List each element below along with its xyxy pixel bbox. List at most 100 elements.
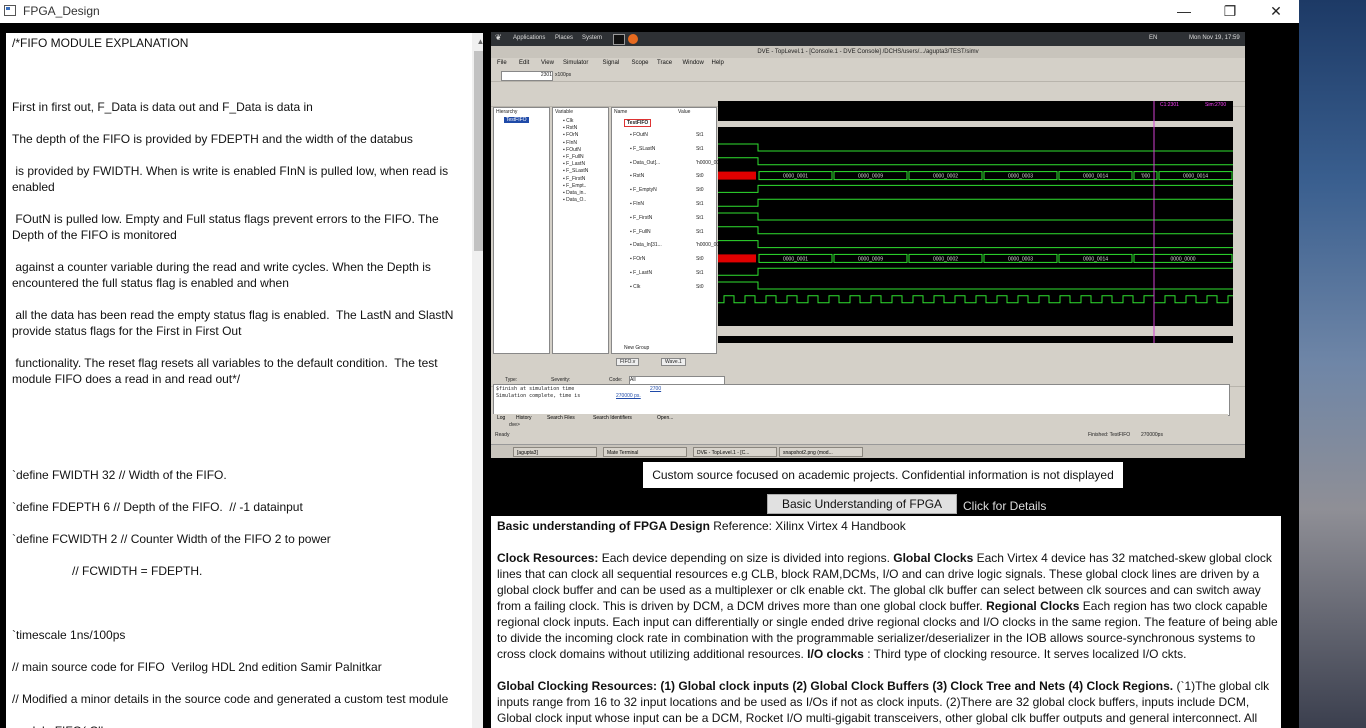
close-button[interactable]: ✕ [1253, 0, 1299, 23]
firefox-icon [628, 34, 638, 44]
gnome-taskbar: [agupta3] Mate Terminal DVE - TopLevel.1 -… [491, 444, 1245, 458]
menu-applications: Applications [513, 35, 546, 41]
signal-value: St0 [696, 256, 704, 263]
tab-fifo-v: FIFO.v [616, 358, 640, 366]
source-line: module FIFO( Clk, [12, 723, 458, 728]
signal-name: ▪ F_FullN [630, 228, 651, 235]
source-line [12, 115, 458, 131]
taskbar-button: [agupta3] [513, 447, 597, 457]
variable-item: ▪ Data_O.. [563, 197, 587, 204]
source-line [12, 403, 458, 419]
dve-title: DVE - TopLevel.1 - [Console.1 - DVE Cons… [491, 46, 1245, 58]
source-line [12, 483, 458, 499]
dve-menu-item: Simulator [563, 60, 589, 66]
console-line-2-value: 270000 ps. [616, 393, 641, 399]
variable-item: ▪ Data_in.. [563, 190, 587, 196]
dve-toolbar-1: 2301 x100ps [491, 69, 1245, 82]
desktop-background [1299, 0, 1366, 728]
dve-screenshot: ❦ Applications Places System EN Mon Nov … [491, 32, 1245, 458]
signal-trace [718, 143, 1233, 152]
bus-value: 0000_0014 [1083, 174, 1108, 180]
cursor-label: C1:2301 [1160, 102, 1179, 108]
maximize-button[interactable]: ❐ [1207, 0, 1253, 23]
wave-ruler-bottom [718, 326, 1233, 336]
sim-time-unit: x100ps [555, 72, 572, 78]
signal-name: ▪ FOrN [630, 256, 646, 263]
dve-menu-item: Signal [602, 60, 620, 66]
app-window: FPGA_Design — ❐ ✕ /*FIFO MODULE EXPLANAT… [0, 0, 1299, 728]
source-text-panel[interactable]: /*FIFO MODULE EXPLANATION First in first… [6, 33, 483, 728]
variable-item: ▪ FOutN [563, 146, 581, 153]
fpga-doc-panel[interactable]: Basic understanding of FPGA Design Refer… [491, 516, 1281, 728]
click-details-label: Click for Details [963, 499, 1047, 513]
console-code-label: Code: [609, 377, 623, 383]
doc-regional-clocks-heading: Regional Clocks [986, 599, 1080, 613]
bus-value: 0000_0001 [783, 174, 808, 180]
status-finished: Finished: TestFIFO [1088, 432, 1131, 438]
source-line [12, 51, 458, 67]
title-bar: FPGA_Design — ❐ ✕ [0, 0, 1299, 23]
source-line [12, 387, 458, 403]
signal-trace [718, 157, 1233, 166]
source-line [12, 83, 458, 99]
signal-trace [718, 226, 1233, 235]
scroll-up-icon[interactable]: ▲ [472, 33, 483, 50]
bus-undefined [718, 254, 756, 263]
signal-value: St0 [696, 283, 704, 290]
status-finished-time: 270000ps [1141, 432, 1163, 438]
name-header: Name [614, 109, 628, 115]
menu-places: Places [555, 35, 574, 41]
source-line: is provided by FWIDTH. When is write is … [12, 164, 452, 194]
hierarchy-pane: Hierarchy TestFIFO [493, 107, 550, 354]
bus-value: 0000_0001 [783, 256, 808, 262]
waveform-svg: 0000_0001 0000_0009 0000_0002 0000_0003 0000… [718, 101, 1239, 343]
variable-item: ▪ F_Empt.. [563, 182, 587, 189]
console-line-2: Simulation complete, time is [496, 393, 581, 399]
dve-prompt: dve> [509, 422, 520, 428]
signal-name: ▪ Clk [630, 283, 641, 290]
source-line [12, 147, 458, 163]
dve-menu-item: Trace [657, 60, 673, 66]
minimize-button[interactable]: — [1161, 0, 1207, 23]
variable-item: ▪ FInN [563, 139, 577, 146]
dve-statusbar: Ready Finished: TestFIFO 270000ps [491, 430, 1245, 440]
signal-name: ▪ FOutN [630, 132, 648, 138]
bus-value: 0000_0002 [933, 174, 958, 180]
dve-menu-item: View [541, 60, 554, 66]
console-type-label: Type: [505, 377, 518, 383]
source-line [12, 643, 458, 659]
source-text: /*FIFO MODULE EXPLANATION First in first… [12, 35, 458, 728]
new-group-label: New Group [624, 345, 650, 351]
bus-value: 0000_0003 [1008, 174, 1033, 180]
source-line: `define FDEPTH 6 // Depth of the FIFO. /… [12, 500, 303, 514]
variable-item: ▪ RstN [563, 125, 578, 132]
fpga-details-button[interactable]: Basic Understanding of FPGA [767, 494, 957, 514]
signal-value: St1 [696, 132, 704, 138]
signal-trace [718, 198, 1233, 207]
signal-name: ▪ Data_Out[... [630, 159, 661, 166]
hierarchy-header: Hierarchy [496, 109, 518, 115]
source-line [12, 419, 458, 435]
signal-trace [718, 267, 1233, 276]
source-line [12, 611, 458, 627]
sim-time-field: 2301 [501, 71, 553, 81]
signal-value: St1 [696, 145, 704, 152]
source-line: FOutN is pulled low. Empty and Full stat… [12, 212, 442, 242]
vertical-scrollbar[interactable]: ▲ [472, 33, 483, 728]
console-tab: Search Files [547, 415, 575, 421]
console-output: $finish at simulation time 2700 Simulati… [493, 384, 1230, 416]
terminal-icon [613, 34, 625, 45]
source-line: functionality. The reset flag resets all… [12, 356, 441, 386]
console-line-1-value: 2700 [650, 386, 662, 392]
source-line: all the data has been read the empty sta… [12, 308, 457, 338]
doc-heading: Basic understanding of FPGA Design [497, 519, 710, 533]
gnome-top-panel: ❦ Applications Places System EN Mon Nov … [491, 32, 1245, 46]
scroll-thumb[interactable] [474, 51, 483, 251]
signal-value: St1 [696, 228, 704, 235]
signal-value: St0 [696, 173, 704, 180]
source-line [12, 515, 458, 531]
source-line [12, 595, 458, 611]
confidential-notice: Custom source focused on academic projec… [643, 462, 1123, 488]
taskbar-button: Mate Terminal [603, 447, 687, 457]
variable-item: ▪ F_FirstN [563, 175, 586, 182]
